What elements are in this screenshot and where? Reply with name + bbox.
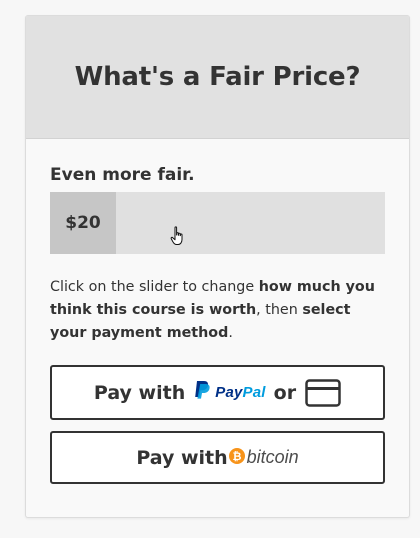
- paypal-logo: PayPal: [194, 380, 265, 405]
- paypal-word-pay: Pay: [215, 384, 243, 401]
- paypal-wordmark: PayPal: [215, 384, 265, 401]
- credit-card-icon: [305, 378, 341, 407]
- instructions-part-1: Click on the slider to change: [50, 279, 259, 295]
- instructions-part-2: , then: [256, 302, 303, 318]
- price-slider[interactable]: $20: [50, 192, 385, 254]
- bitcoin-icon: ₿: [228, 447, 245, 469]
- pricing-card: What's a Fair Price? Even more fair. $20…: [25, 15, 410, 518]
- bitcoin-wordmark: bitcoin: [246, 447, 299, 467]
- pay-with-paypal-button[interactable]: Pay with PayPal or: [50, 365, 385, 420]
- svg-text:₿: ₿: [232, 450, 241, 463]
- pay-with-bitcoin-button[interactable]: Pay with ₿ bitcoin: [50, 431, 385, 484]
- instructions-part-3: .: [228, 325, 233, 341]
- slider-value: $20: [65, 213, 101, 233]
- paypal-button-label: Pay with: [93, 381, 186, 404]
- instructions-text: Click on the slider to change how much y…: [50, 276, 390, 345]
- card-header: What's a Fair Price?: [26, 16, 409, 139]
- bitcoin-logo: ₿ bitcoin: [228, 447, 299, 469]
- fairness-label: Even more fair.: [50, 165, 195, 185]
- paypal-p-icon: [194, 380, 211, 405]
- paypal-word-pal: Pal: [242, 384, 266, 401]
- or-text: or: [273, 381, 297, 404]
- slider-fill: $20: [50, 192, 116, 254]
- hand-pointer-icon: [170, 226, 186, 250]
- bitcoin-button-label: Pay with: [136, 446, 228, 469]
- page-title: What's a Fair Price?: [74, 62, 361, 92]
